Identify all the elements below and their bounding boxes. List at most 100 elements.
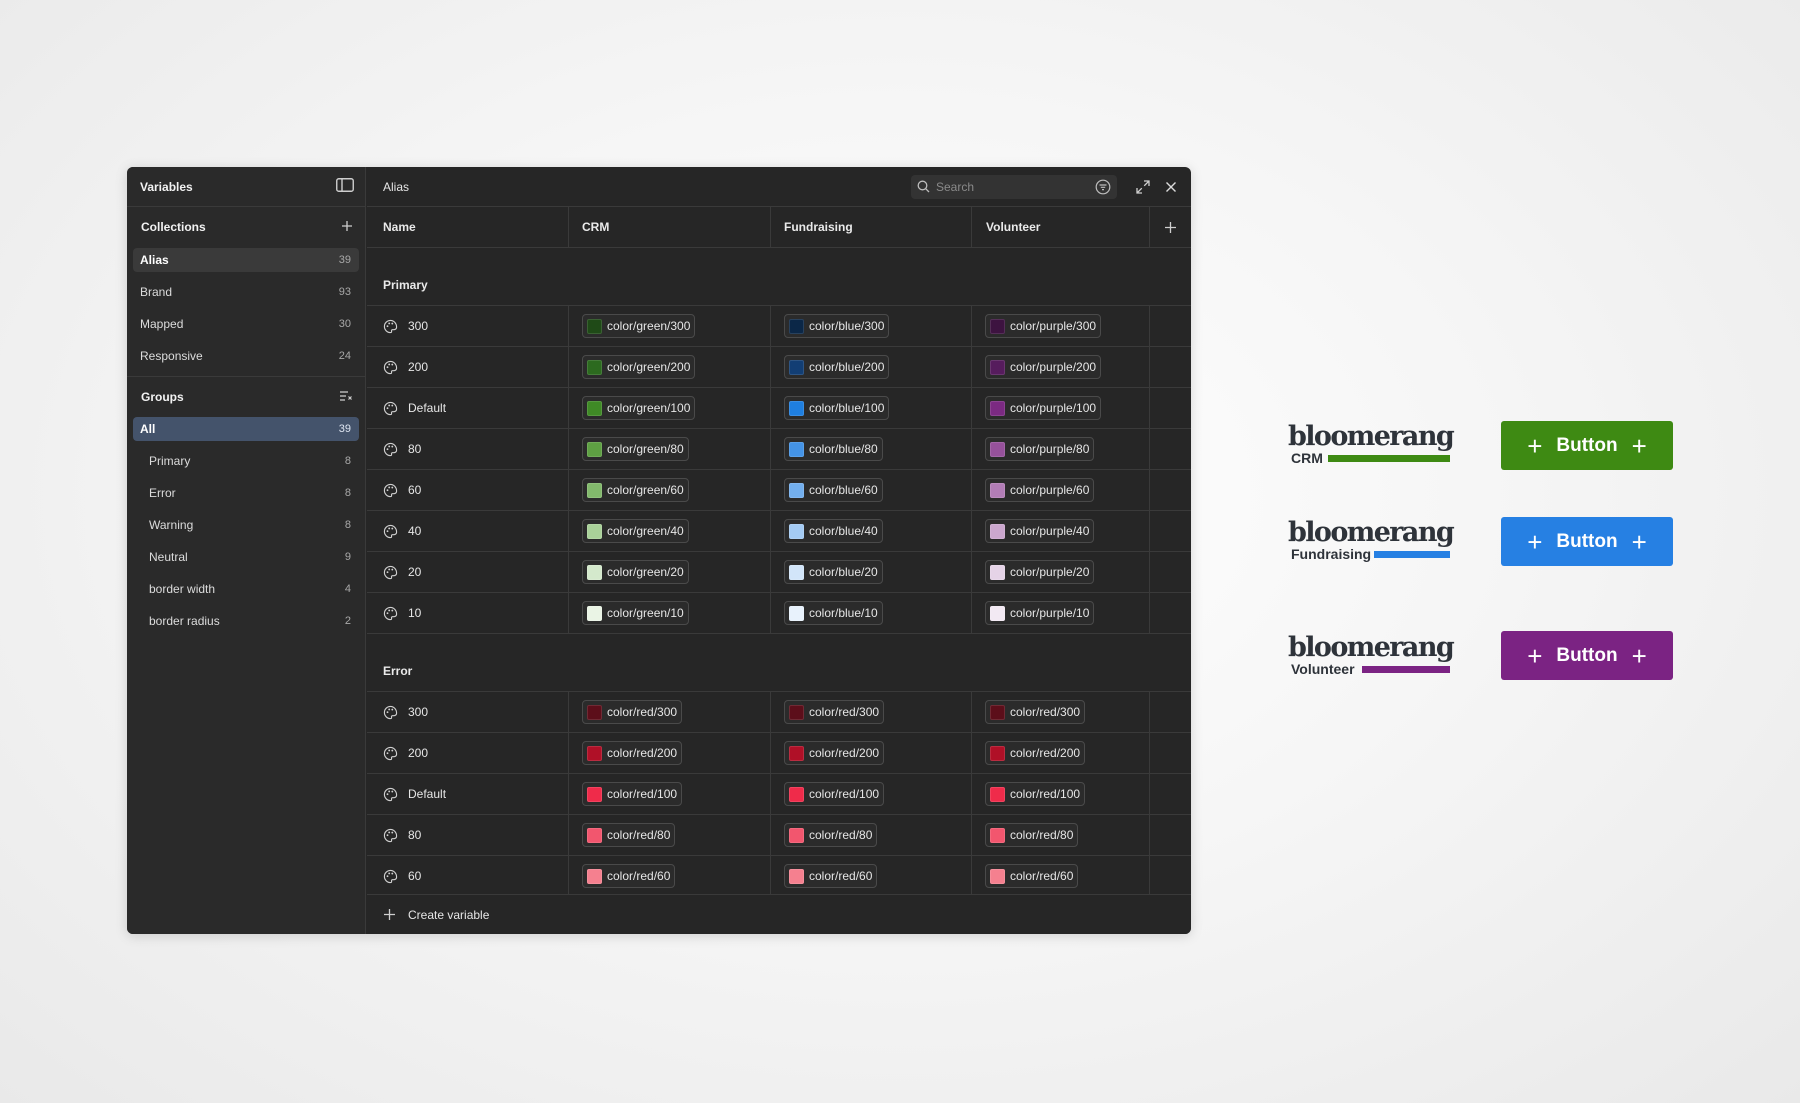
value-cell-crm[interactable]: color/red/60: [569, 856, 771, 894]
value-cell-vol[interactable]: color/purple/80: [972, 429, 1150, 469]
group-item-border-width[interactable]: border width 4: [133, 577, 359, 601]
alias-chip[interactable]: color/red/80: [784, 823, 878, 847]
group-item-error[interactable]: Error 8: [133, 481, 359, 505]
clear-filter-icon[interactable]: [339, 390, 353, 405]
value-cell-fund[interactable]: color/blue/200: [771, 347, 972, 387]
alias-chip[interactable]: color/blue/300: [784, 314, 890, 338]
alias-chip[interactable]: color/purple/10: [985, 601, 1095, 625]
table-row[interactable]: 80 color/green/80 color/blue/80 color/purpl…: [367, 429, 1191, 470]
alias-chip[interactable]: color/green/20: [582, 560, 689, 584]
group-item-all[interactable]: All 39: [133, 417, 359, 441]
table-row[interactable]: 200 color/red/200 color/red/200 color/red/2…: [367, 733, 1191, 774]
alias-chip[interactable]: color/red/100: [784, 782, 885, 806]
alias-chip[interactable]: color/green/60: [582, 478, 689, 502]
value-cell-vol[interactable]: color/red/200: [972, 733, 1150, 773]
group-item-border-radius[interactable]: border radius 2: [133, 609, 359, 633]
value-cell-vol[interactable]: color/purple/200: [972, 347, 1150, 387]
alias-chip[interactable]: color/green/100: [582, 396, 696, 420]
create-variable-button[interactable]: Create variable: [367, 894, 1191, 934]
value-cell-fund[interactable]: color/blue/80: [771, 429, 972, 469]
collection-item-mapped[interactable]: Mapped 30: [133, 312, 359, 336]
variables-table[interactable]: Primary 300 color/green/300 color/blue/300 c…: [367, 248, 1191, 894]
value-cell-crm[interactable]: color/red/200: [569, 733, 771, 773]
search-input[interactable]: [936, 179, 1089, 194]
alias-chip[interactable]: color/green/10: [582, 601, 689, 625]
filter-icon[interactable]: [1095, 179, 1111, 195]
alias-chip[interactable]: color/red/300: [784, 700, 885, 724]
alias-chip[interactable]: color/green/40: [582, 519, 689, 543]
value-cell-fund[interactable]: color/blue/300: [771, 306, 972, 346]
value-cell-vol[interactable]: color/purple/20: [972, 552, 1150, 592]
alias-chip[interactable]: color/blue/10: [784, 601, 883, 625]
value-cell-fund[interactable]: color/red/100: [771, 774, 972, 814]
alias-chip[interactable]: color/red/80: [985, 823, 1079, 847]
value-cell-fund[interactable]: color/red/80: [771, 815, 972, 855]
value-cell-crm[interactable]: color/red/80: [569, 815, 771, 855]
alias-chip[interactable]: color/green/80: [582, 437, 689, 461]
group-item-primary[interactable]: Primary 8: [133, 449, 359, 473]
value-cell-crm[interactable]: color/red/100: [569, 774, 771, 814]
value-cell-fund[interactable]: color/blue/60: [771, 470, 972, 510]
value-cell-vol[interactable]: color/purple/40: [972, 511, 1150, 551]
value-cell-crm[interactable]: color/red/300: [569, 692, 771, 732]
table-row[interactable]: Default color/green/100 color/blue/100 colo…: [367, 388, 1191, 429]
alias-chip[interactable]: color/purple/300: [985, 314, 1102, 338]
alias-chip[interactable]: color/red/200: [784, 741, 885, 765]
value-cell-vol[interactable]: color/purple/100: [972, 388, 1150, 428]
value-cell-crm[interactable]: color/green/80: [569, 429, 771, 469]
group-item-neutral[interactable]: Neutral 9: [133, 545, 359, 569]
table-row[interactable]: 300 color/green/300 color/blue/300 color/pu…: [367, 306, 1191, 347]
column-header-crm[interactable]: CRM: [569, 207, 771, 247]
table-row[interactable]: 200 color/green/200 color/blue/200 color/pu…: [367, 347, 1191, 388]
expand-icon[interactable]: [1131, 175, 1155, 199]
value-cell-crm[interactable]: color/green/60: [569, 470, 771, 510]
alias-chip[interactable]: color/red/60: [784, 864, 878, 888]
alias-chip[interactable]: color/blue/100: [784, 396, 890, 420]
collection-item-alias[interactable]: Alias 39: [133, 248, 359, 272]
collection-item-brand[interactable]: Brand 93: [133, 280, 359, 304]
table-row[interactable]: 80 color/red/80 color/red/80 color/red/80: [367, 815, 1191, 856]
column-header-fundraising[interactable]: Fundraising: [771, 207, 972, 247]
value-cell-vol[interactable]: color/purple/10: [972, 593, 1150, 633]
table-row[interactable]: 10 color/green/10 color/blue/10 color/purpl…: [367, 593, 1191, 634]
value-cell-vol[interactable]: color/purple/60: [972, 470, 1150, 510]
alias-chip[interactable]: color/red/300: [582, 700, 683, 724]
value-cell-crm[interactable]: color/green/40: [569, 511, 771, 551]
alias-chip[interactable]: color/red/200: [582, 741, 683, 765]
group-item-warning[interactable]: Warning 8: [133, 513, 359, 537]
value-cell-fund[interactable]: color/red/60: [771, 856, 972, 894]
value-cell-vol[interactable]: color/red/100: [972, 774, 1150, 814]
alias-chip[interactable]: color/red/80: [582, 823, 676, 847]
value-cell-fund[interactable]: color/blue/20: [771, 552, 972, 592]
value-cell-fund[interactable]: color/blue/10: [771, 593, 972, 633]
value-cell-vol[interactable]: color/red/80: [972, 815, 1150, 855]
alias-chip[interactable]: color/red/60: [582, 864, 676, 888]
alias-chip[interactable]: color/purple/40: [985, 519, 1095, 543]
alias-chip[interactable]: color/purple/60: [985, 478, 1095, 502]
collection-item-responsive[interactable]: Responsive 24: [133, 344, 359, 368]
value-cell-fund[interactable]: color/red/200: [771, 733, 972, 773]
table-row[interactable]: 60 color/red/60 color/red/60 color/red/60: [367, 856, 1191, 894]
close-icon[interactable]: [1159, 175, 1183, 199]
alias-chip[interactable]: color/blue/20: [784, 560, 883, 584]
add-collection-icon[interactable]: [341, 220, 353, 235]
table-row[interactable]: 300 color/red/300 color/red/300 color/red/3…: [367, 692, 1191, 733]
alias-chip[interactable]: color/blue/60: [784, 478, 883, 502]
alias-chip[interactable]: color/green/300: [582, 314, 696, 338]
sample-button-crm[interactable]: + Button +: [1501, 421, 1673, 470]
value-cell-fund[interactable]: color/red/300: [771, 692, 972, 732]
table-row[interactable]: 60 color/green/60 color/blue/60 color/purpl…: [367, 470, 1191, 511]
table-row[interactable]: 20 color/green/20 color/blue/20 color/purpl…: [367, 552, 1191, 593]
toggle-sidebar-icon[interactable]: [336, 178, 354, 195]
table-row[interactable]: 40 color/green/40 color/blue/40 color/purpl…: [367, 511, 1191, 552]
alias-chip[interactable]: color/blue/80: [784, 437, 883, 461]
alias-chip[interactable]: color/red/200: [985, 741, 1086, 765]
alias-chip[interactable]: color/blue/40: [784, 519, 883, 543]
alias-chip[interactable]: color/red/300: [985, 700, 1086, 724]
value-cell-vol[interactable]: color/red/60: [972, 856, 1150, 894]
alias-chip[interactable]: color/red/100: [985, 782, 1086, 806]
alias-chip[interactable]: color/red/100: [582, 782, 683, 806]
value-cell-vol[interactable]: color/red/300: [972, 692, 1150, 732]
sample-button-volunteer[interactable]: + Button +: [1501, 631, 1673, 680]
search-box[interactable]: [911, 174, 1117, 199]
